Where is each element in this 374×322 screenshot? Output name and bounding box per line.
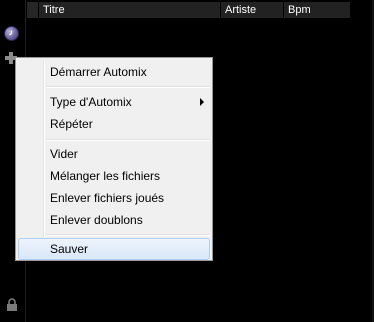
lock-icon[interactable] (6, 298, 18, 311)
menu-item-label: Vider (50, 147, 78, 161)
submenu-arrow-icon (200, 98, 204, 106)
menu-item-type-automix[interactable]: Type d'Automix (18, 91, 210, 113)
column-header-titre[interactable]: Titre (39, 2, 220, 18)
menu-item-label: Répéter (50, 117, 93, 131)
header-blank-cell[interactable] (27, 2, 38, 18)
menu-item-demarrer-automix[interactable]: Démarrer Automix (18, 61, 210, 83)
clock-icon[interactable] (4, 26, 19, 41)
clock-hands (9, 30, 13, 36)
menu-item-melanger-fichiers[interactable]: Mélanger les fichiers (18, 165, 210, 187)
menu-item-label: Type d'Automix (50, 95, 132, 109)
menu-item-sauver[interactable]: Sauver (18, 238, 210, 260)
menu-separator (46, 139, 210, 141)
context-menu: Démarrer Automix Type d'Automix Répéter … (15, 57, 213, 261)
menu-separator (46, 234, 210, 236)
menu-item-label: Sauver (50, 242, 89, 256)
menu-item-label: Mélanger les fichiers (50, 169, 161, 183)
menu-item-repeter[interactable]: Répéter (18, 113, 210, 135)
menu-item-label: Enlever fichiers joués (50, 191, 165, 205)
menu-separator (46, 86, 210, 88)
column-header-artiste[interactable]: Artiste (221, 2, 283, 18)
playlist-header: Titre Artiste Bpm (26, 0, 374, 20)
column-header-bpm[interactable]: Bpm (284, 2, 350, 18)
menu-item-label: Démarrer Automix (50, 65, 147, 79)
menu-item-enlever-fichiers-joues[interactable]: Enlever fichiers joués (18, 187, 210, 209)
menu-item-label: Enlever doublons (50, 213, 143, 227)
menu-item-vider[interactable]: Vider (18, 143, 210, 165)
menu-item-enlever-doublons[interactable]: Enlever doublons (18, 209, 210, 231)
